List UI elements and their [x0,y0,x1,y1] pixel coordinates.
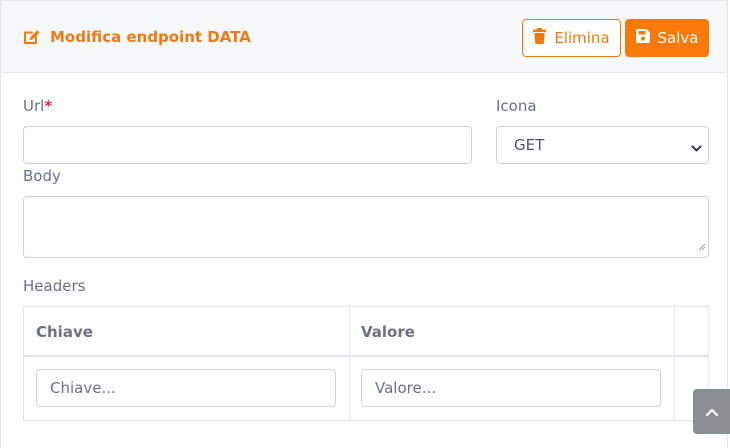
column-divider [349,307,350,420]
scroll-to-top-button[interactable] [693,389,730,434]
save-button[interactable]: Salva [625,19,709,57]
icon-select[interactable]: GET [496,126,709,164]
resize-grip-icon[interactable] [698,236,706,255]
headers-table: Chiave Valore Chiave... Valore... [23,306,709,421]
headers-label: Headers [23,277,86,295]
chevron-down-icon [691,140,702,158]
value-input[interactable]: Valore... [361,369,661,407]
edit-icon [23,29,41,45]
body-label: Body [23,167,61,185]
header-divider [24,355,708,357]
column-header-chiave: Chiave [36,322,93,341]
column-divider [674,307,675,420]
floppy-disk-icon [635,29,650,47]
column-header-actions [675,307,709,356]
chevron-up-icon [705,402,719,421]
trash-icon [533,28,547,48]
icon-label: Icona [496,97,537,115]
edit-endpoint-card: Modifica endpoint DATA Elimina Salva Url… [0,0,728,448]
url-label: Url* [23,97,52,115]
save-button-label: Salva [657,29,699,47]
required-mark: * [44,97,53,115]
url-label-text: Url [23,97,45,115]
page-title: Modifica endpoint DATA [23,28,251,46]
icon-select-value: GET [514,136,545,154]
delete-button[interactable]: Elimina [522,19,621,57]
body-textarea[interactable] [23,196,709,258]
key-input-placeholder: Chiave... [50,379,116,397]
card-header: Modifica endpoint DATA Elimina Salva [1,1,727,73]
url-input[interactable] [23,126,472,164]
page-title-text: Modifica endpoint DATA [50,28,251,46]
key-input[interactable]: Chiave... [36,369,336,407]
delete-button-label: Elimina [554,29,610,47]
column-header-valore: Valore [361,322,415,341]
value-input-placeholder: Valore... [375,379,437,397]
